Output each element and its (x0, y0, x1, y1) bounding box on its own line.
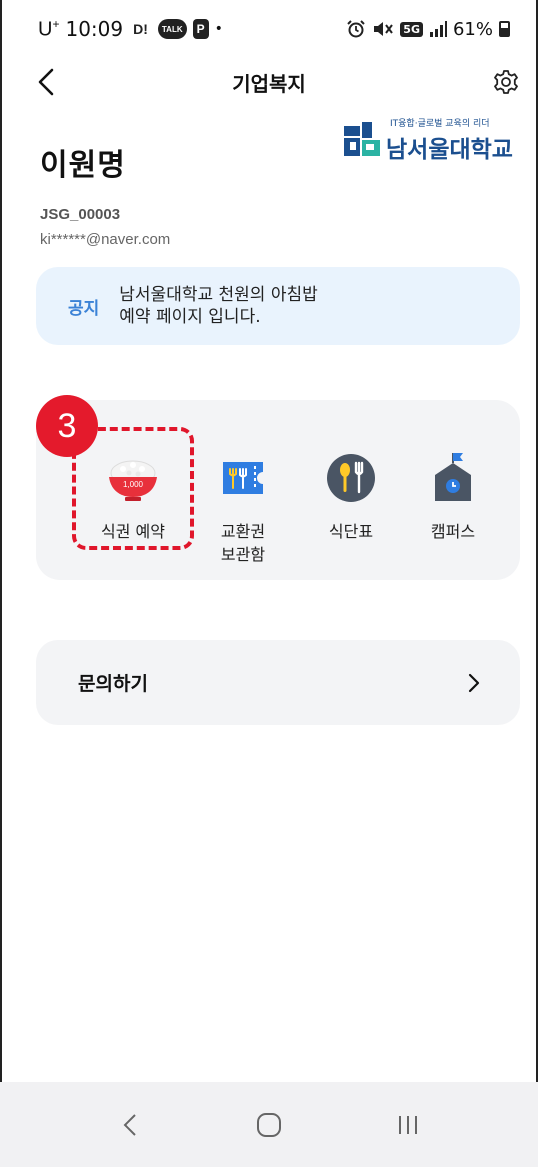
chevron-left-icon (38, 68, 54, 96)
step-number-badge: 3 (36, 395, 98, 457)
dashboard-notification-icon: D! (133, 21, 148, 37)
notice-label: 공지 (68, 298, 100, 319)
chevron-right-icon (468, 673, 480, 692)
notice-text: 남서울대학교 천원의 아침밥 예약 페이지 입니다. (119, 285, 318, 327)
battery-percent: 61% (452, 18, 493, 40)
nav-recents-button[interactable] (383, 1100, 433, 1150)
settings-button[interactable] (486, 62, 526, 102)
menu-item-voucher-box[interactable]: 교환권 보관함 (188, 450, 298, 566)
clock: 10:09 (65, 17, 124, 41)
app-bar: 기업복지 (0, 58, 538, 106)
menu-label-campus: 캠퍼스 (430, 522, 476, 541)
parking-notification-icon: P (192, 19, 209, 39)
back-button[interactable] (26, 62, 66, 102)
gear-icon (494, 70, 518, 94)
nav-recents-icon (399, 1115, 418, 1134)
nav-back-button[interactable] (105, 1100, 155, 1150)
signal-icon (429, 21, 447, 37)
more-notifications-dot: • (214, 21, 223, 37)
campus-icon (425, 450, 481, 506)
status-right: 5G 61% (346, 19, 510, 40)
user-email: ki******@naver.com (40, 231, 171, 248)
meal-plan-icon (323, 450, 379, 506)
voucher-icon (215, 450, 271, 506)
nav-back-icon (123, 1113, 136, 1136)
battery-icon (499, 21, 510, 37)
carrier-label: U+ (38, 16, 60, 41)
user-profile: 이원명 JSG_00003 ki******@naver.com (40, 140, 500, 248)
notice-banner[interactable]: 공지 남서울대학교 천원의 아침밥 예약 페이지 입니다. (36, 267, 520, 345)
kakaotalk-notification-icon: TALK (157, 19, 187, 39)
network-type-icon: 5G (400, 21, 423, 37)
menu-item-campus[interactable]: 캠퍼스 (398, 450, 508, 543)
logo-tagline: IT융합·글로벌 교육의 리더 (390, 119, 490, 129)
inquiry-button[interactable]: 문의하기 (36, 640, 520, 725)
nav-home-icon (256, 1112, 281, 1137)
status-bar: U+ 10:09 D! TALK P • 5G 61% (0, 0, 538, 58)
nav-home-button[interactable] (244, 1100, 294, 1150)
status-left: U+ 10:09 D! TALK P • (38, 17, 223, 42)
inquiry-label: 문의하기 (78, 673, 148, 695)
alarm-icon (347, 20, 366, 38)
user-name: 이원명 (40, 148, 126, 183)
user-id: JSG_00003 (40, 206, 121, 223)
menu-item-meal-plan[interactable]: 식단표 (296, 450, 406, 543)
mute-icon (374, 22, 394, 36)
page-title: 기업복지 (232, 71, 306, 96)
menu-label-meal-plan: 식단표 (328, 522, 374, 541)
system-navigation-bar (0, 1082, 538, 1167)
menu-label-voucher-box: 교환권 보관함 (220, 522, 266, 564)
